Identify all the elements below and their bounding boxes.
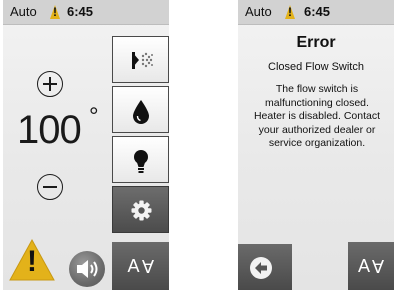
jets-button[interactable] — [112, 36, 169, 83]
jets-icon — [132, 52, 153, 69]
font-size-label: AA — [357, 256, 385, 276]
mode-label: Auto — [10, 4, 37, 19]
back-arrow-icon — [250, 257, 272, 279]
font-size-button[interactable]: AA — [112, 242, 169, 290]
warning-symbol: ! — [27, 245, 37, 278]
mode-label: Auto — [245, 4, 272, 19]
gear-icon — [131, 200, 152, 221]
font-size-label: AA — [127, 256, 154, 276]
font-size-button[interactable]: AA — [348, 242, 394, 290]
status-bar: Auto ! 6:45 — [238, 0, 394, 25]
clock-time: 6:45 — [304, 4, 331, 19]
warning-button[interactable]: ! — [8, 238, 56, 282]
alert-icon[interactable]: ! — [49, 4, 61, 20]
error-message-line: The flow switch is — [275, 83, 359, 95]
temperature-unit: ° — [89, 103, 99, 130]
back-button[interactable] — [238, 244, 292, 290]
error-message-line: your authorized dealer or — [258, 123, 376, 136]
error-message-line: service organization. — [268, 137, 366, 149]
temperature-value: 100 — [17, 108, 82, 152]
error-subtitle: Closed Flow Switch — [268, 61, 364, 73]
alert-icon[interactable]: ! — [284, 4, 296, 20]
error-title: Error — [296, 34, 336, 51]
error-screen: Auto ! 6:45 Error Closed Flow Switch The… — [238, 0, 394, 290]
main-screen: Auto ! 6:45 100 ° ! AA — [3, 0, 169, 290]
light-bulb-icon — [134, 150, 148, 173]
settings-button[interactable] — [112, 186, 169, 233]
error-message-line: malfunctioning closed. — [265, 96, 369, 109]
error-message-line: Heater is disabled. Contact — [253, 110, 381, 122]
water-care-button[interactable] — [112, 86, 169, 133]
temperature-increase-button[interactable] — [37, 71, 63, 97]
clock-time: 6:45 — [67, 4, 94, 19]
error-message: The flow switch is malfunctioning closed… — [240, 83, 394, 151]
status-bar: Auto ! 6:45 — [3, 0, 169, 25]
speaker-icon — [77, 260, 98, 278]
water-drop-icon — [133, 100, 149, 124]
audio-button[interactable] — [69, 251, 105, 287]
lights-button[interactable] — [112, 136, 169, 183]
temperature-decrease-button[interactable] — [37, 174, 63, 200]
